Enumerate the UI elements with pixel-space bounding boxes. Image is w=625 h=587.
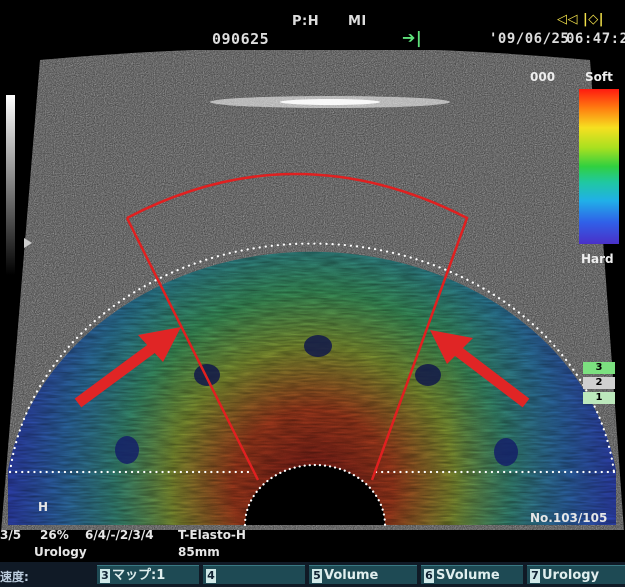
elasticity-colorbar [579,89,619,244]
softkey-4[interactable]: 4 [203,565,305,584]
softkey-number: 4 [206,569,216,583]
info-gain: 3/5 [0,528,22,542]
softkey-number: 7 [530,569,540,583]
softkey-label: マップ:1 [112,568,166,583]
hard-label: Hard [581,252,614,266]
frame-counter: No.103/105 [530,511,608,525]
softkey-number: 5 [312,569,322,583]
softkey-number: 6 [424,569,434,583]
info-mode: T-Elasto-H [178,528,246,542]
info-params: 6/4/-/2/3/4 [85,528,154,542]
softkey-volume[interactable]: 5 Volume [309,565,417,584]
info-depth: 85mm [178,545,220,559]
softkey-label: Urology [542,568,600,583]
softkey-label: SVolume [436,568,500,583]
scale-code: 000 [530,70,556,84]
h-marker: H [38,500,49,514]
info-preset: Urology [34,545,87,559]
softkey-svolume[interactable]: 6 SVolume [421,565,523,584]
softkey-map[interactable]: 3 マップ:1 [97,565,199,584]
info-percent: 26% [40,528,69,542]
speed-label: 速度: [0,570,29,584]
softkey-urology[interactable]: 7 Urology [527,565,625,584]
grayscale-bar [6,95,15,275]
map-number-2: 2 [583,377,615,389]
soft-label: Soft [585,70,613,84]
map-number-3: 3 [583,362,615,374]
softkey-label: Volume [324,568,379,583]
map-number-1: 1 [583,392,615,404]
softkey-number: 3 [100,569,110,583]
elastography-image [0,50,625,530]
